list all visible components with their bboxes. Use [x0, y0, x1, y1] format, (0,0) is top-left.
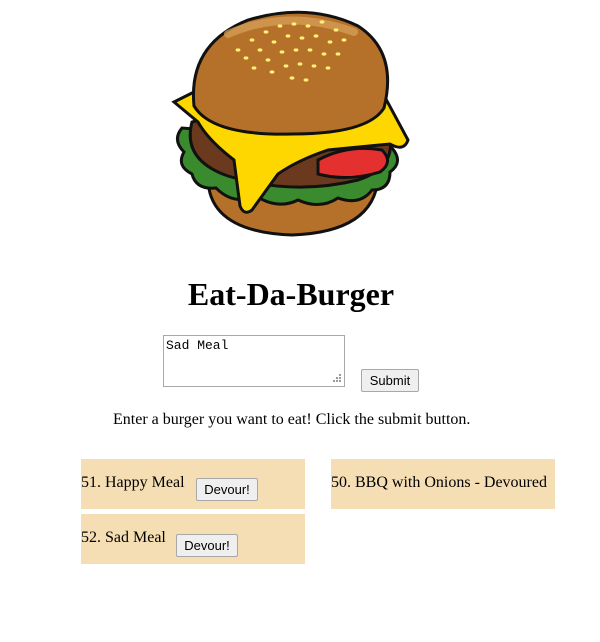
burger-item-devoured: 50. BBQ with Onions - Devoured: [331, 459, 555, 509]
submit-button[interactable]: Submit: [361, 369, 419, 392]
burger-item-undevoured: 52. Sad Meal Devour!: [81, 514, 305, 564]
burger-logo-image: [171, 10, 410, 237]
burger-item-label: 52. Sad Meal: [81, 529, 166, 546]
burger-item-label: 51. Happy Meal: [81, 474, 185, 491]
burger-name-input[interactable]: [163, 335, 345, 387]
page-title: Eat-Da-Burger: [187, 276, 395, 312]
devour-button[interactable]: Devour!: [196, 478, 258, 501]
devoured-burger-label: 50. BBQ with Onions - Devoured: [331, 474, 547, 491]
instructions-text: Enter a burger you want to eat! Click th…: [113, 411, 471, 428]
devour-button[interactable]: Devour!: [176, 534, 238, 557]
burger-item-undevoured: 51. Happy Meal Devour!: [81, 459, 305, 509]
resize-grip-icon[interactable]: [333, 374, 342, 383]
